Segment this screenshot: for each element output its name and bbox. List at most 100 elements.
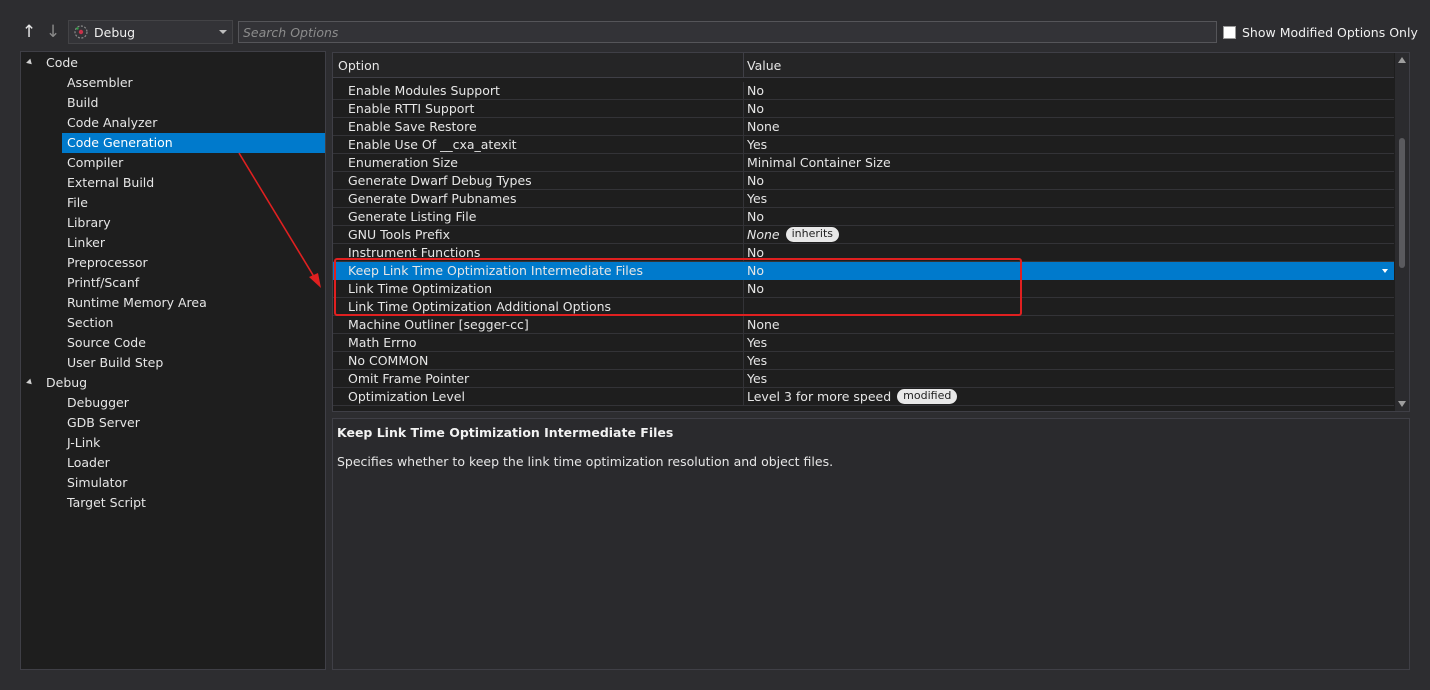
option-name: Generate Listing File [348,209,477,224]
description-text: Specifies whether to keep the link time … [337,454,834,469]
option-row[interactable]: Link Time Optimization No [333,280,1394,298]
expand-toggle-icon[interactable] [26,378,34,387]
option-row[interactable]: Enable RTTI Support No [333,100,1394,118]
navigate-up-icon[interactable]: ↑ [21,22,37,42]
tree-item-code-analyzer[interactable]: Code Analyzer [62,113,325,133]
vertical-scrollbar[interactable] [1395,53,1409,411]
option-name: Link Time Optimization Additional Option… [348,299,612,314]
scrollbar-thumb[interactable] [1399,138,1405,268]
option-value[interactable]: No [747,281,764,296]
tree-item-target-script[interactable]: Target Script [62,493,325,513]
column-header-option[interactable]: Option [338,58,380,73]
option-name: Omit Frame Pointer [348,371,470,386]
option-value[interactable]: No [747,101,764,116]
option-row[interactable]: GNU Tools Prefix None inherits [333,226,1394,244]
tree-group-debug[interactable]: Debug [26,373,88,393]
tree-group-code[interactable]: Code [26,53,79,73]
tree-group-label: Debug [46,375,88,390]
option-name: Enable Save Restore [348,119,477,134]
tree-item-debugger[interactable]: Debugger [62,393,325,413]
option-value: None [747,227,780,242]
configuration-label: Debug [94,24,136,40]
search-options-input[interactable] [238,21,1217,43]
option-value[interactable]: Yes [747,137,767,152]
navigate-down-icon[interactable]: ↓ [45,22,61,42]
tree-item-compiler[interactable]: Compiler [62,153,325,173]
show-modified-toggle[interactable]: Show Modified Options Only [1223,24,1418,41]
option-name: Math Errno [348,335,417,350]
show-modified-label: Show Modified Options Only [1242,25,1418,40]
tree-item-runtime-memory-area[interactable]: Runtime Memory Area [62,293,325,313]
description-title: Keep Link Time Optimization Intermediate… [337,425,674,440]
tree-item-user-build-step[interactable]: User Build Step [62,353,325,373]
tree-item-printf-scanf[interactable]: Printf/Scanf [62,273,325,293]
option-row[interactable]: Enumeration Size Minimal Container Size [333,154,1394,172]
tree-item-build[interactable]: Build [62,93,325,113]
option-row[interactable]: Generate Listing File No [333,208,1394,226]
option-row-selected[interactable]: Keep Link Time Optimization Intermediate… [333,262,1394,280]
tree-item-simulator[interactable]: Simulator [62,473,325,493]
option-value[interactable]: No [747,173,764,188]
tree-item-assembler[interactable]: Assembler [62,73,325,93]
option-name: No COMMON [348,353,429,368]
column-divider[interactable] [743,53,744,78]
grid-rows: Enable Modules Support No Enable RTTI Sup… [333,82,1394,411]
option-row[interactable]: Enable Modules Support No [333,82,1394,100]
option-value[interactable]: No [747,83,764,98]
tree-item-code-generation[interactable]: Code Generation [62,133,325,153]
option-name: GNU Tools Prefix [348,227,451,242]
option-name: Optimization Level [348,389,465,404]
option-row[interactable]: Instrument Functions No [333,244,1394,262]
category-tree: Code Assembler Build Code Analyzer Code … [20,51,326,670]
option-row[interactable]: Link Time Optimization Additional Option… [333,298,1394,316]
scroll-up-icon[interactable] [1398,57,1406,63]
option-value[interactable]: No [747,245,764,260]
option-value[interactable]: Yes [747,335,767,350]
show-modified-checkbox[interactable] [1223,26,1236,39]
option-name: Enumeration Size [348,155,458,170]
option-name: Keep Link Time Optimization Intermediate… [348,263,643,278]
option-name: Enable Use Of __cxa_atexit [348,137,517,152]
chevron-down-icon [219,30,227,34]
option-row[interactable]: Optimization Level Level 3 for more speed… [333,388,1394,406]
column-header-value[interactable]: Value [747,58,781,73]
tree-item-source-code[interactable]: Source Code [62,333,325,353]
option-value[interactable]: Minimal Container Size [747,155,891,170]
option-row[interactable]: Generate Dwarf Debug Types No [333,172,1394,190]
option-value[interactable]: None [747,317,780,332]
option-name: Instrument Functions [348,245,481,260]
tree-group-label: Code [46,55,79,70]
option-row[interactable]: Enable Use Of __cxa_atexit Yes [333,136,1394,154]
option-row[interactable]: Enable Save Restore None [333,118,1394,136]
option-value[interactable]: Yes [747,371,767,386]
configuration-select[interactable]: Debug [68,20,233,44]
option-name: Enable Modules Support [348,83,500,98]
tree-item-gdb-server[interactable]: GDB Server [62,413,325,433]
option-value-cell[interactable]: None inherits [747,227,840,242]
option-row[interactable]: No COMMON Yes [333,352,1394,370]
option-value[interactable]: Yes [747,191,767,206]
tree-item-linker[interactable]: Linker [62,233,325,253]
modified-badge: modified [897,389,958,404]
option-row[interactable]: Machine Outliner [segger-cc] None [333,316,1394,334]
expand-toggle-icon[interactable] [26,58,34,67]
option-value-cell[interactable]: Level 3 for more speed modified [747,389,958,404]
dropdown-arrow-icon[interactable] [1382,269,1388,273]
option-row[interactable]: Math Errno Yes [333,334,1394,352]
option-row[interactable]: Generate Dwarf Pubnames Yes [333,190,1394,208]
tree-item-j-link[interactable]: J-Link [62,433,325,453]
tree-item-file[interactable]: File [62,193,325,213]
inherits-badge: inherits [785,227,840,242]
option-value[interactable]: No [747,263,764,278]
tree-item-preprocessor[interactable]: Preprocessor [62,253,325,273]
option-value[interactable]: None [747,119,780,134]
option-value[interactable]: No [747,209,764,224]
tree-item-section[interactable]: Section [62,313,325,333]
tree-item-library[interactable]: Library [62,213,325,233]
option-row[interactable]: Omit Frame Pointer Yes [333,370,1394,388]
option-name: Link Time Optimization [348,281,493,296]
option-value[interactable]: Yes [747,353,767,368]
tree-item-external-build[interactable]: External Build [62,173,325,193]
scroll-down-icon[interactable] [1398,401,1406,407]
tree-item-loader[interactable]: Loader [62,453,325,473]
